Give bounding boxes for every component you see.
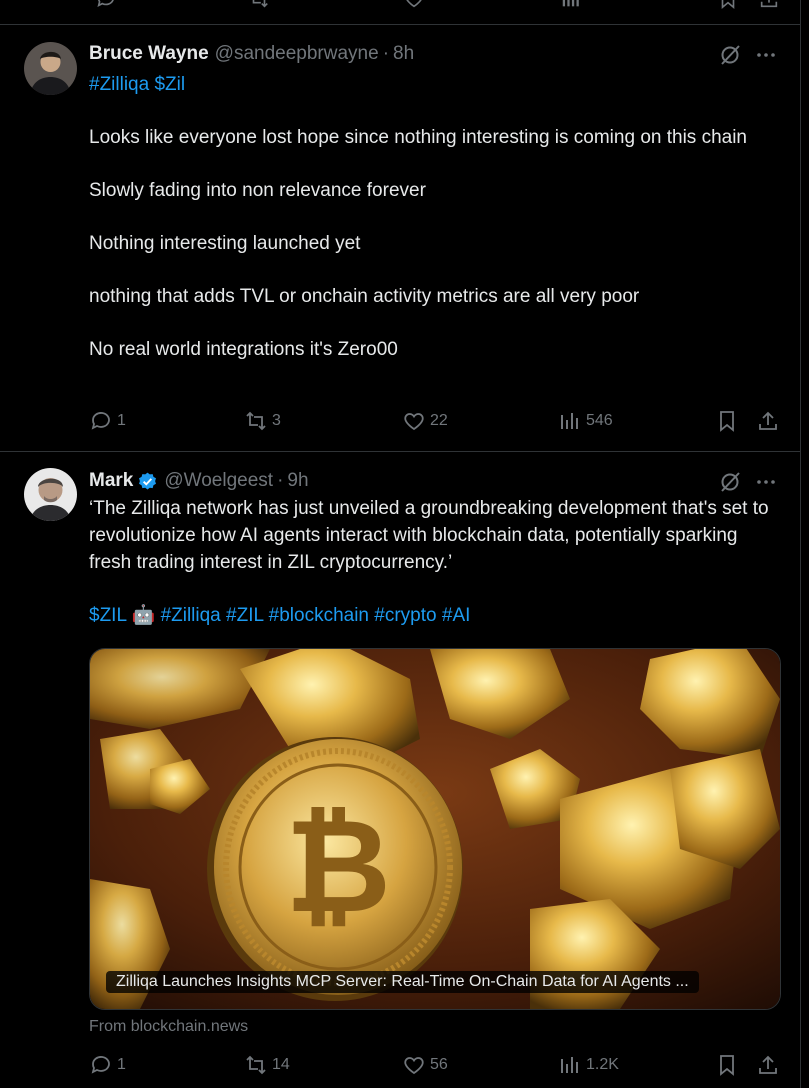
tweet-text: #Zilliqa $Zil Looks like everyone lost h… xyxy=(89,71,779,363)
hashtag-crypto[interactable]: #crypto xyxy=(374,605,436,626)
hashtag-zilliqa[interactable]: #Zilliqa xyxy=(161,605,221,626)
share-icon[interactable] xyxy=(758,0,780,15)
bookmark-icon xyxy=(720,1055,734,1076)
like-icon[interactable] xyxy=(403,0,425,15)
gold-bitcoin-image: ₿ xyxy=(90,649,780,1009)
like-button[interactable]: 56 xyxy=(402,1053,448,1077)
more-options-icon[interactable] xyxy=(754,43,778,67)
tweet-paragraph: No real world integrations it's Zero00 xyxy=(89,339,398,360)
bookmark-button[interactable] xyxy=(715,409,739,433)
tweet-mark[interactable]: Mark @Woelgeest · 9h ‘The Zilliqa networ… xyxy=(0,452,800,1088)
timeline: Bruce Wayne @sandeepbrwayne · 8h #Zilliq… xyxy=(0,0,801,1088)
share-icon xyxy=(759,411,777,430)
repost-icon xyxy=(246,1055,266,1075)
repost-button[interactable]: 3 xyxy=(244,409,281,433)
grok-icon[interactable] xyxy=(718,470,742,494)
repost-icon xyxy=(246,411,266,431)
separator-dot: · xyxy=(277,470,284,491)
share-icon xyxy=(759,1055,777,1074)
grok-icon[interactable] xyxy=(718,43,742,67)
reply-icon[interactable] xyxy=(95,0,117,15)
reply-count: 1 xyxy=(117,1056,126,1073)
like-icon xyxy=(404,1057,424,1075)
tweet-header: Mark @Woelgeest · 9h xyxy=(89,468,309,494)
tweet-actions: 1 3 22 546 xyxy=(89,409,789,433)
svg-text:₿: ₿ xyxy=(285,790,391,942)
view-count: 1.2K xyxy=(586,1056,619,1073)
tweet-paragraph: Nothing interesting launched yet xyxy=(89,233,361,254)
views-icon[interactable] xyxy=(560,0,582,15)
like-icon xyxy=(404,413,424,431)
hashtags-line: $ZIL 🤖 #Zilliqa #ZIL #blockchain #crypto… xyxy=(89,602,779,629)
like-count: 22 xyxy=(430,412,448,429)
link-card-title[interactable]: Zilliqa Launches Insights MCP Server: Re… xyxy=(106,971,699,993)
views-icon xyxy=(561,413,578,429)
more-options-icon[interactable] xyxy=(754,470,778,494)
like-count: 56 xyxy=(430,1056,448,1073)
hashtag-ai[interactable]: #AI xyxy=(442,605,471,626)
hashtag-blockchain[interactable]: #blockchain xyxy=(269,605,369,626)
bookmark-icon xyxy=(720,411,734,432)
bookmark-button[interactable] xyxy=(715,1053,739,1077)
share-button[interactable] xyxy=(756,409,780,433)
link-source[interactable]: From blockchain.news xyxy=(89,1018,248,1036)
tweet-bruce-wayne[interactable]: Bruce Wayne @sandeepbrwayne · 8h #Zilliq… xyxy=(0,25,800,452)
avatar[interactable] xyxy=(24,468,77,521)
cashtag-zil[interactable]: $ZIL xyxy=(89,605,126,626)
tweet-paragraph: nothing that adds TVL or onchain activit… xyxy=(89,286,640,307)
share-button[interactable] xyxy=(756,1053,780,1077)
verified-badge-icon xyxy=(137,471,158,492)
bookmark-icon[interactable] xyxy=(717,0,739,15)
previous-tweet-actions xyxy=(0,0,800,25)
author-handle[interactable]: @sandeepbrwayne xyxy=(215,43,379,65)
link-card[interactable]: ₿ Zilliqa Launches Insights MCP Server: … xyxy=(89,648,781,1010)
separator-dot: · xyxy=(382,43,390,64)
tweet-paragraph: Slowly fading into non relevance forever xyxy=(89,180,426,201)
hashtag-zil[interactable]: #ZIL xyxy=(226,605,263,626)
repost-icon[interactable] xyxy=(248,0,270,15)
reply-icon xyxy=(91,1056,110,1074)
repost-count: 3 xyxy=(272,412,281,429)
robot-emoji: 🤖 xyxy=(131,605,156,626)
tweet-paragraph: ‘The Zilliqa network has just unveiled a… xyxy=(89,498,769,573)
reply-button[interactable]: 1 xyxy=(89,1053,126,1077)
like-button[interactable]: 22 xyxy=(402,409,448,433)
timestamp[interactable]: 8h xyxy=(393,43,414,65)
reply-button[interactable]: 1 xyxy=(89,409,126,433)
tweet-header: Bruce Wayne @sandeepbrwayne · 8h xyxy=(89,41,414,67)
tweet-paragraph: Looks like everyone lost hope since noth… xyxy=(89,127,747,148)
views-button[interactable]: 546 xyxy=(558,409,613,433)
reply-icon xyxy=(91,412,110,430)
tweet-text: ‘The Zilliqa network has just unveiled a… xyxy=(89,495,779,629)
hashtags-line[interactable]: #Zilliqa $Zil xyxy=(89,71,779,98)
view-count: 546 xyxy=(586,412,613,429)
reply-count: 1 xyxy=(117,412,126,429)
repost-button[interactable]: 14 xyxy=(244,1053,290,1077)
author-name[interactable]: Mark xyxy=(89,470,133,492)
author-handle[interactable]: @Woelgeest xyxy=(164,470,273,492)
author-name[interactable]: Bruce Wayne xyxy=(89,43,209,65)
repost-count: 14 xyxy=(272,1056,290,1073)
tweet-actions: 1 14 56 1.2K xyxy=(89,1053,789,1077)
avatar[interactable] xyxy=(24,42,77,95)
views-button[interactable]: 1.2K xyxy=(558,1053,619,1077)
views-icon xyxy=(561,1057,578,1073)
timestamp[interactable]: 9h xyxy=(287,470,308,492)
